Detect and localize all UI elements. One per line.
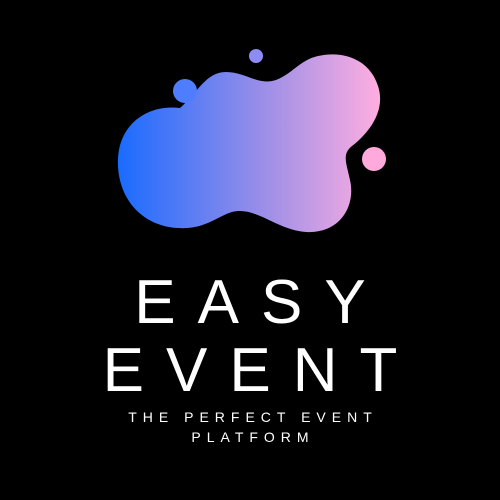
logo-canvas: EASY EVENT THE PERFECT EVENT PLATFORM <box>0 0 500 500</box>
dot-pink <box>362 147 386 171</box>
cloud-blob-shape <box>117 54 381 233</box>
brand-name-line-1: EASY <box>134 268 388 337</box>
brand-name-line-2: EVENT <box>102 336 420 405</box>
tagline-line-2: PLATFORM <box>191 429 315 445</box>
tagline-line-1: THE PERFECT EVENT <box>128 409 378 425</box>
dot-violet <box>249 49 263 63</box>
cloud-blob-icon <box>117 49 386 233</box>
dot-blue <box>173 79 197 103</box>
